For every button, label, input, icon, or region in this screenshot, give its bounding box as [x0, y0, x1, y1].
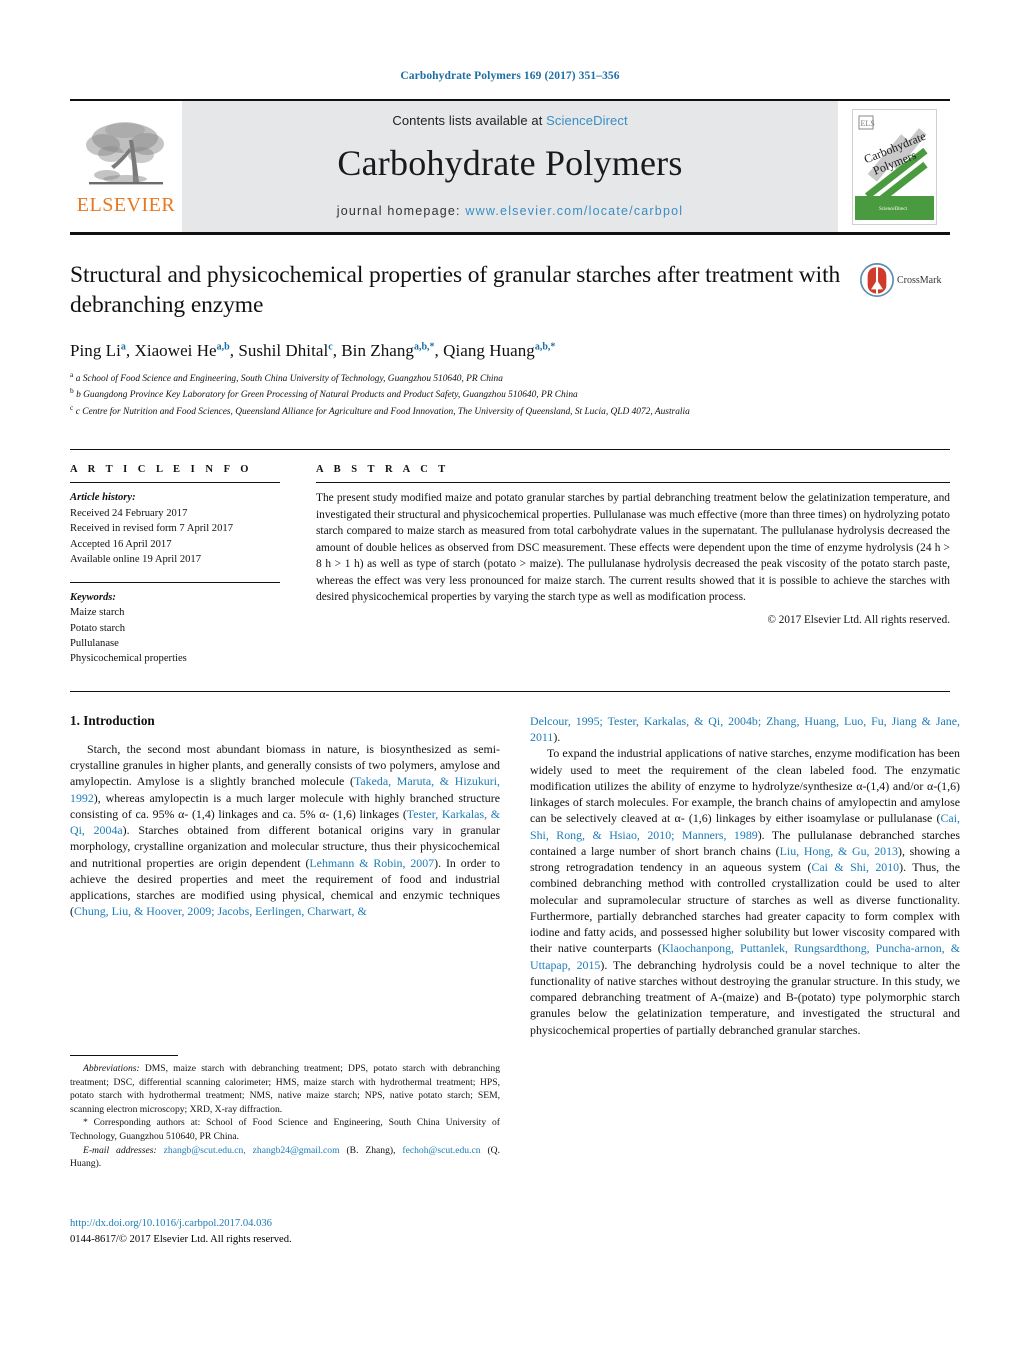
- affiliation-item: c c Centre for Nutrition and Food Scienc…: [70, 402, 690, 418]
- contents-available-line: Contents lists available at ScienceDirec…: [182, 113, 838, 128]
- keyword-item: Physicochemical properties: [70, 653, 187, 665]
- publisher-logo: ELSEVIER: [70, 101, 182, 232]
- corresponding-author-note: * Corresponding authors at: School of Fo…: [70, 1117, 500, 1143]
- history-item: Available online 19 April 2017: [70, 554, 202, 566]
- divider: [70, 482, 280, 484]
- svg-text:ELS: ELS: [860, 119, 874, 128]
- article-history: Article history: Received 24 February 20…: [70, 490, 280, 567]
- keyword-item: Potato starch: [70, 622, 126, 634]
- body-column-right: Delcour, 1995; Tester, Karkalas, & Qi, 2…: [530, 713, 960, 1038]
- journal-homepage-line: journal homepage: www.elsevier.com/locat…: [182, 204, 838, 218]
- doi-block: http://dx.doi.org/10.1016/j.carbpol.2017…: [70, 1216, 500, 1248]
- affiliation-text: a School of Food Science and Engineering…: [75, 374, 503, 385]
- history-item: Received 24 February 2017: [70, 507, 188, 519]
- keywords-label: Keywords:: [70, 591, 116, 603]
- article-history-label: Article history:: [70, 492, 136, 504]
- affiliation-text: c Centre for Nutrition and Food Sciences…: [75, 407, 690, 418]
- crossmark-label: CrossMark: [897, 274, 942, 286]
- affiliation-text: b Guangdong Province Key Laboratory for …: [76, 390, 578, 401]
- keywords-block: Keywords: Maize starch Potato starch Pul…: [70, 581, 280, 667]
- email-link-2[interactable]: fechoh@scut.edu.cn: [402, 1145, 480, 1156]
- abstract-text: The present study modified maize and pot…: [316, 492, 950, 603]
- author-list: Ping Lia, Xiaowei Hea,b, Sushil Dhitalc,…: [70, 341, 556, 360]
- journal-masthead: ELSEVIER Contents lists available at Sci…: [70, 99, 950, 235]
- email-note: E-mail addresses: zhangb@scut.edu.cn, zh…: [70, 1144, 500, 1171]
- abstract-column: A B S T R A C T The present study modifi…: [316, 464, 950, 667]
- affiliation-item: b b Guangdong Province Key Laboratory fo…: [70, 386, 578, 401]
- homepage-prefix: journal homepage:: [336, 204, 466, 218]
- journal-cover-thumbnail: ELS Carbohydrate Polymers ScienceDirect: [838, 101, 950, 232]
- footnote-divider: [70, 1055, 178, 1056]
- doi-link[interactable]: http://dx.doi.org/10.1016/j.carbpol.2017…: [70, 1216, 500, 1232]
- history-item: Received in revised form 7 April 2017: [70, 523, 233, 535]
- section-heading-introduction: 1. Introduction: [70, 712, 155, 728]
- sciencedirect-link[interactable]: ScienceDirect: [546, 113, 628, 128]
- intro-paragraph-continuation: Delcour, 1995; Tester, Karkalas, & Qi, 2…: [530, 713, 960, 745]
- issn-copyright-line: 0144-8617/© 2017 Elsevier Ltd. All right…: [70, 1233, 292, 1245]
- divider: [316, 482, 950, 484]
- abstract-heading: A B S T R A C T: [316, 464, 450, 476]
- history-item: Accepted 16 April 2017: [70, 538, 172, 550]
- body-columns: 1. Introduction Starch, the second most …: [70, 713, 960, 1038]
- journal-homepage-link[interactable]: www.elsevier.com/locate/carbpol: [465, 204, 683, 218]
- masthead-center: Contents lists available at ScienceDirec…: [182, 101, 838, 232]
- abbreviations-note: Abbreviations: DMS, maize starch with de…: [70, 1062, 500, 1116]
- crossmark-badge[interactable]: CrossMark: [860, 263, 950, 297]
- copyright-line: © 2017 Elsevier Ltd. All rights reserved…: [767, 614, 951, 627]
- intro-paragraph-2: To expand the industrial applications of…: [530, 746, 961, 1037]
- cover-art: ELS Carbohydrate Polymers ScienceDirect: [852, 109, 936, 224]
- article-info-column: A R T I C L E I N F O Article history: R…: [70, 464, 316, 667]
- title-block: Structural and physicochemical propertie…: [70, 261, 950, 325]
- body-column-left: 1. Introduction Starch, the second most …: [70, 713, 500, 1038]
- intro-paragraph-part1: Starch, the second most abundant biomass…: [70, 741, 501, 919]
- crossmark-icon: [860, 263, 894, 297]
- journal-title: Carbohydrate Polymers: [337, 143, 683, 183]
- body-divider: [70, 690, 950, 692]
- article-info-heading: A R T I C L E I N F O: [70, 464, 253, 476]
- keyword-item: Pullulanase: [70, 638, 119, 650]
- elsevier-tree-icon: [86, 122, 164, 185]
- elsevier-wordmark: ELSEVIER: [76, 194, 176, 216]
- email-link-1[interactable]: zhangb@scut.edu.cn, zhangb24@gmail.com: [164, 1145, 340, 1156]
- svg-text:ScienceDirect: ScienceDirect: [878, 207, 907, 212]
- page-title: Structural and physicochemical propertie…: [70, 262, 841, 318]
- contents-prefix: Contents lists available at: [392, 113, 547, 128]
- affiliation-list: a a School of Food Science and Engineeri…: [70, 370, 950, 419]
- info-abstract-region: A R T I C L E I N F O Article history: R…: [70, 449, 950, 667]
- affiliation-item: a a School of Food Science and Engineeri…: [70, 370, 503, 385]
- divider: [70, 581, 280, 583]
- running-head: Carbohydrate Polymers 169 (2017) 351–356: [400, 70, 620, 82]
- email-owner-1: (B. Zhang),: [339, 1144, 396, 1156]
- paper-page: Carbohydrate Polymers 169 (2017) 351–356: [0, 0, 1020, 1351]
- abbreviations-label: Abbreviations:: [83, 1063, 140, 1074]
- email-label: E-mail addresses:: [83, 1144, 157, 1156]
- keyword-item: Maize starch: [70, 607, 125, 619]
- footnote-block: Abbreviations: DMS, maize starch with de…: [70, 1055, 500, 1171]
